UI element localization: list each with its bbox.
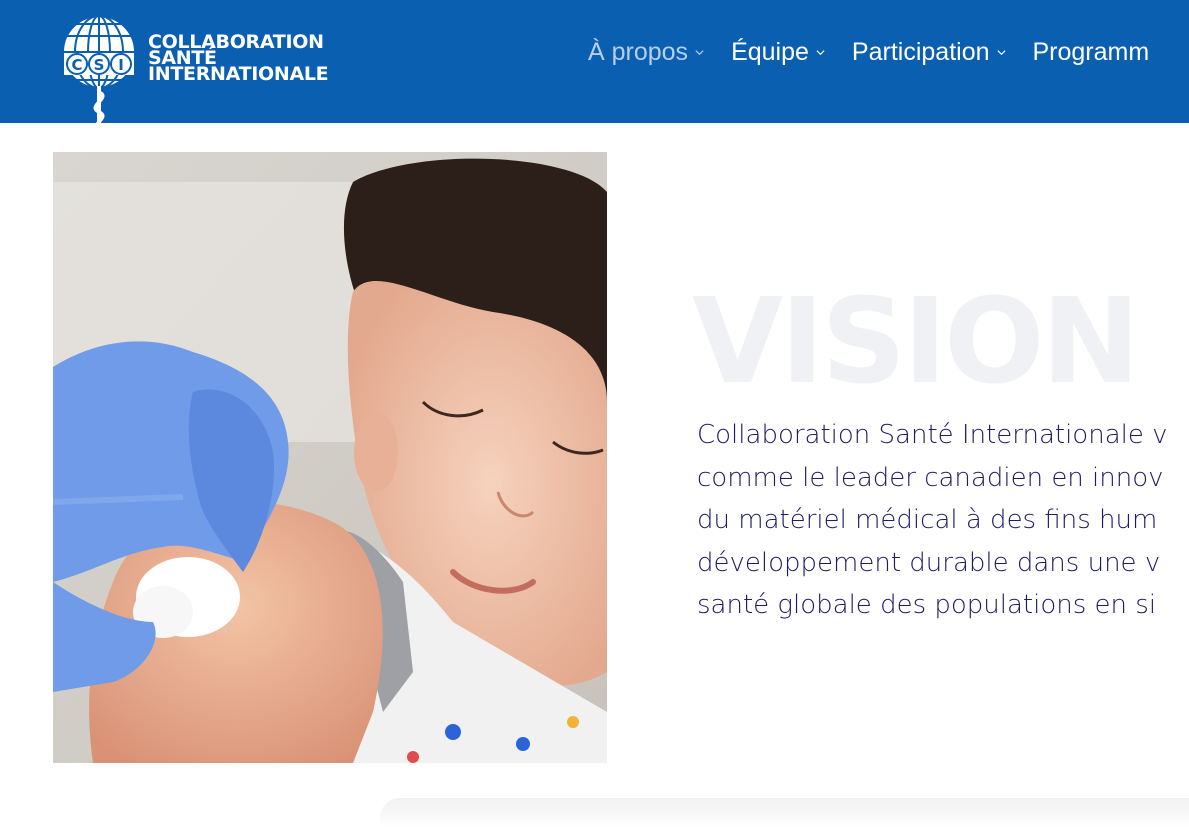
nav-item-a-propos[interactable]: À propos (588, 38, 705, 67)
vision-heading-watermark: VISION (692, 272, 1140, 410)
nav-item-label: Programm (1032, 38, 1150, 66)
nav-item-label: Participation (851, 38, 990, 66)
emblem-letter-i: I (118, 56, 124, 74)
main-nav: À propos Équipe Participation Programm (588, 38, 1149, 67)
vision-line: comme le leader canadien en innov (697, 462, 1164, 493)
brand-logo[interactable]: C S I COLLABORATION SANTÉ INTERNATIONALE (60, 14, 360, 154)
vision-paragraph: Collaboration Santé Internationale v com… (697, 414, 1189, 627)
next-section-edge (380, 798, 1189, 828)
vision-line: développement durable dans une v (697, 547, 1161, 578)
brand-name: COLLABORATION SANTÉ INTERNATIONALE (148, 33, 329, 85)
globe-caduceus-icon: C S I (62, 15, 136, 154)
chevron-down-icon (816, 50, 825, 56)
site-header: C S I COLLABORATION SANTÉ INTERNATIONALE… (0, 0, 1189, 154)
chevron-down-icon (695, 50, 704, 56)
emblem-letter-c: C (71, 56, 82, 74)
chevron-down-icon (996, 50, 1006, 56)
emblem-letter-s: S (94, 56, 105, 74)
brand-line-3: INTERNATIONALE (148, 63, 329, 85)
vision-line: Collaboration Santé Internationale v (697, 420, 1168, 450)
vision-line: santé globale des populations en si (697, 590, 1157, 620)
nav-item-equipe[interactable]: Équipe (731, 38, 826, 67)
child-vaccination-illustration (53, 152, 607, 763)
vision-line: du matériel médical à des fins hum (697, 505, 1158, 535)
vision-photo (53, 152, 607, 763)
nav-item-programmes[interactable]: Programm (1033, 38, 1150, 67)
nav-item-participation[interactable]: Participation (852, 38, 1007, 67)
nav-item-label: Équipe (731, 38, 809, 66)
nav-item-label: À propos (588, 38, 689, 66)
